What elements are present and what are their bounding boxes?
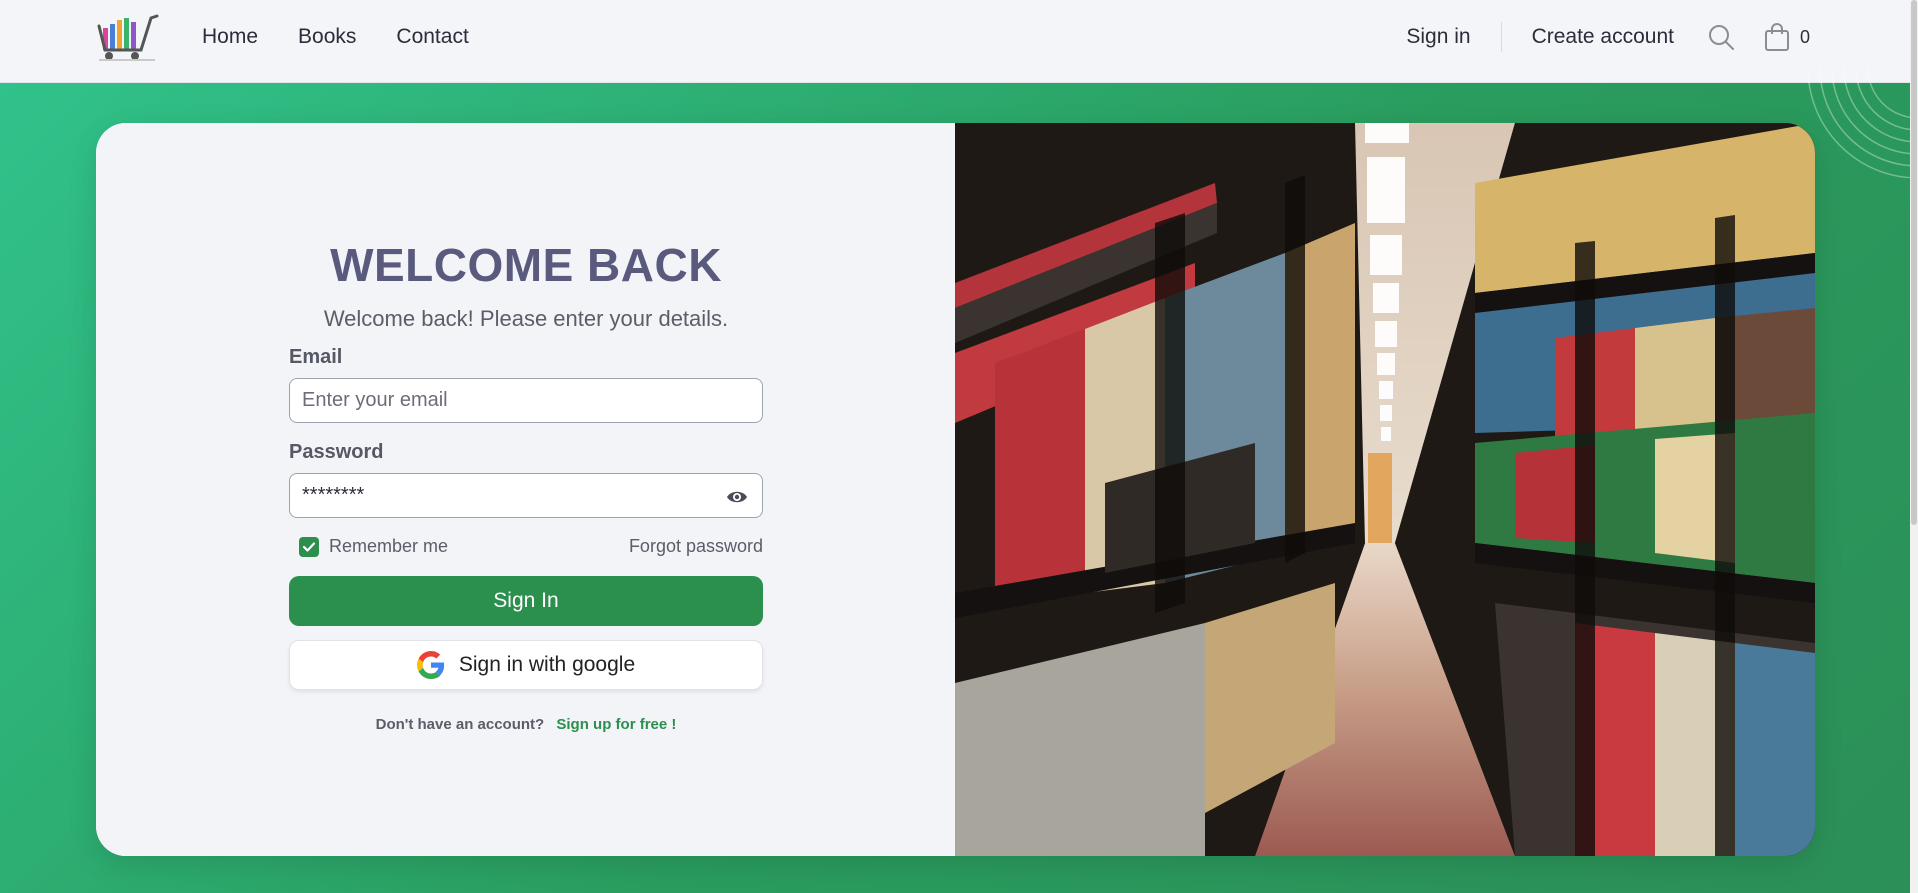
signup-prompt: Don't have an account? Sign up for free … [289, 716, 763, 733]
create-account-link[interactable]: Create account [1532, 25, 1674, 49]
no-account-text: Don't have an account? [375, 716, 545, 733]
email-field[interactable] [290, 379, 762, 422]
remember-me-label: Remember me [329, 536, 449, 556]
nav-account-area: Sign in Create account 0 [1406, 0, 1810, 74]
library-bookshelf-image [955, 123, 1815, 856]
google-sign-in-button[interactable]: Sign in with google [289, 640, 763, 690]
top-navbar: Home Books Contact Sign in Create accoun… [0, 0, 1918, 83]
password-field[interactable] [290, 474, 762, 517]
password-field-wrapper [289, 473, 763, 518]
eye-icon[interactable] [726, 486, 748, 508]
google-sign-in-label: Sign in with google [458, 653, 636, 676]
nav-contact-link[interactable]: Contact [396, 25, 468, 49]
forgot-password-link[interactable]: Forgot password [629, 536, 763, 557]
page-subtitle: Welcome back! Please enter your details. [323, 306, 729, 331]
remember-me-checkbox[interactable]: Remember me [299, 536, 448, 557]
login-form: WELCOME BACK Welcome back! Please enter … [289, 238, 763, 733]
email-field-wrapper [289, 378, 763, 423]
form-options-row: Remember me Forgot password [289, 536, 763, 557]
scrollbar-thumb[interactable] [1911, 0, 1917, 525]
search-icon[interactable] [1706, 22, 1736, 52]
email-label: Email [289, 346, 343, 368]
cart-logo-icon[interactable] [97, 14, 159, 62]
shopping-bag-icon [1764, 23, 1789, 51]
sign-in-button[interactable]: Sign In [289, 576, 763, 626]
google-icon [416, 651, 444, 679]
checkbox-checked [299, 536, 319, 557]
nav-home-link[interactable]: Home [202, 25, 258, 49]
page-title: WELCOME BACK [330, 239, 722, 291]
bookshelf-illustration [955, 123, 1815, 856]
page-scrollbar[interactable] [1910, 0, 1918, 893]
nav-books-link[interactable]: Books [298, 25, 356, 49]
cart-count-badge: 0 [1799, 26, 1810, 47]
sign-up-link[interactable]: Sign up for free ! [556, 716, 676, 733]
nav-divider [1500, 22, 1502, 52]
main-nav: Home Books Contact [202, 0, 469, 74]
login-form-panel: WELCOME BACK Welcome back! Please enter … [96, 123, 955, 856]
password-label: Password [289, 441, 384, 463]
check-icon [302, 541, 316, 552]
sign-in-link[interactable]: Sign in [1406, 25, 1470, 49]
cart-button[interactable]: 0 [1764, 22, 1810, 52]
login-card: WELCOME BACK Welcome back! Please enter … [96, 123, 1815, 856]
